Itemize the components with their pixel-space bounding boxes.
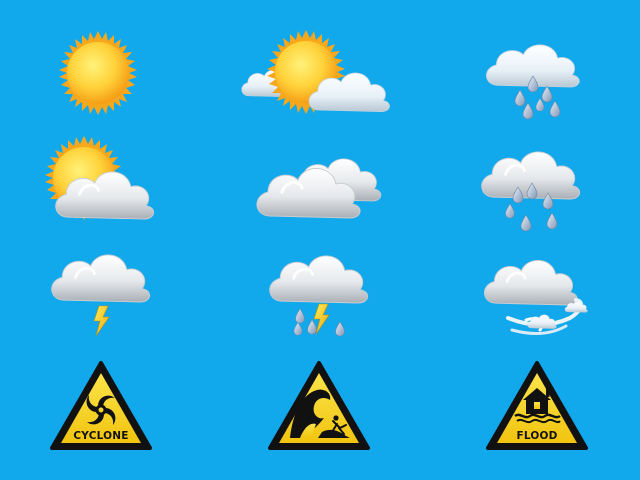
- weather-icon-sheet: CYCLONE FLOOD: [0, 0, 640, 480]
- partly-cloudy-icon: [45, 136, 156, 221]
- sun-disc: [67, 42, 129, 104]
- thunderstorm-rain-icon: [268, 254, 370, 337]
- icon-grid: CYCLONE FLOOD: [45, 30, 588, 450]
- cyclone-label: CYCLONE: [73, 430, 128, 442]
- tsunami-warning-sign: [268, 361, 370, 450]
- light-rain-icon: [486, 44, 580, 120]
- flood-label: FLOOD: [516, 430, 557, 442]
- sun-behind-cloud-icon: [241, 30, 390, 114]
- heavy-rain-icon: [480, 150, 582, 232]
- windy-icon: [483, 259, 588, 335]
- cyclone-warning-sign: CYCLONE: [50, 361, 152, 450]
- thunderstorm-icon: [50, 253, 152, 337]
- sunny-icon: [59, 31, 137, 115]
- flood-warning-sign: FLOOD: [486, 361, 588, 450]
- overcast-icon: [255, 157, 383, 220]
- lightning-bolt: [93, 305, 110, 337]
